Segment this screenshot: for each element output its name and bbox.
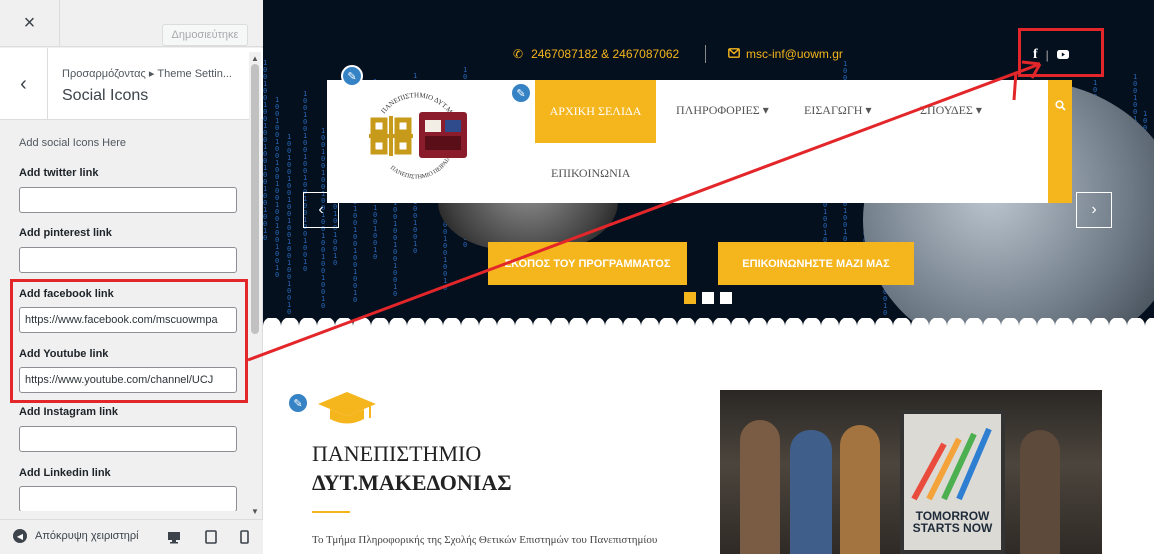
email-address[interactable]: msc-inf@uowm.gr (746, 47, 843, 61)
section-header: ‹ Προσαρμόζοντας ▸ Theme Settin... Socia… (0, 48, 263, 120)
billboard-line2: STARTS NOW (912, 521, 993, 535)
instagram-link-label: Add Instagram link (19, 406, 119, 418)
collapse-controls-button[interactable]: ◀ Απόκρυψη χειριστηρί (13, 529, 139, 543)
program-purpose-button[interactable]: ΣΚΟΠΟΣ ΤΟΥ ΠΡΟΓΡΑΜΜΑΤΟΣ (488, 242, 687, 285)
annotation-box-fields (10, 279, 248, 403)
slider-next-button[interactable]: › (1076, 192, 1112, 228)
customizer-top-bar: × Δημοσιεύτηκε (0, 0, 263, 47)
binary-column: 10010010010010010010010010 (263, 59, 268, 242)
content-paragraph: Το Τμήμα Πληροφορικής της Σχολής Θετικών… (312, 534, 658, 546)
breadcrumb: Προσαρμόζοντας ▸ Theme Settin... (62, 68, 232, 80)
pinterest-link-label: Add pinterest link (19, 227, 112, 239)
scalloped-edge (263, 318, 1154, 326)
graduation-cap-icon (318, 392, 376, 424)
nav-contact-link[interactable]: ΕΠΙΚΟΙΝΩΝΙΑ (551, 166, 630, 181)
binary-column: 10010010010010010010010010 (275, 96, 280, 279)
scroll-up-arrow-icon[interactable]: ▲ (249, 52, 261, 64)
scroll-down-arrow-icon[interactable]: ▼ (249, 505, 261, 517)
header-navigation-box: ΠΑΝΕΠΙΣΤΗΜΙΟ ΔΥΤ.ΜΑΚΕΔΟΝΙΑΣ ΠΑΝΕΠΙΣΤΗΜΙΟ… (327, 76, 1072, 203)
slider-dot[interactable] (720, 292, 732, 304)
slider-prev-button[interactable]: ‹ (303, 192, 339, 228)
edit-menu-pencil-icon[interactable]: ✎ (510, 82, 532, 104)
slider-dot[interactable] (702, 292, 714, 304)
customizer-screen: { "customizer": { "close_icon": "×", "pu… (0, 0, 1154, 554)
twitter-link-input[interactable] (19, 187, 237, 213)
slider-dot-active[interactable] (684, 292, 696, 304)
binary-column: 10010010010010010010010010 (287, 133, 292, 316)
close-icon: × (23, 12, 36, 34)
linkedin-link-label: Add Linkedin link (19, 467, 111, 479)
desktop-icon[interactable] (166, 529, 182, 545)
nav-studies-label: ΣΠΟΥΔΕΣ (920, 103, 973, 117)
section-title: Social Icons (62, 87, 149, 104)
scrollbar-thumb[interactable] (251, 64, 259, 334)
email-block: msc-inf@uowm.gr (728, 47, 843, 61)
content-title-line2: ΔΥΤ.ΜΑΚΕΔΟΝΙΑΣ (312, 470, 512, 495)
customizer-sidebar: × Δημοσιεύτηκε ‹ Προσαρμόζοντας ▸ Theme … (0, 0, 263, 554)
contact-us-button[interactable]: ΕΠΙΚΟΙΝΩΝΗΣΤΕ ΜΑΖΙ ΜΑΣ (718, 242, 914, 285)
contact-separator (705, 45, 706, 63)
edit-logo-pencil-icon[interactable]: ✎ (341, 65, 363, 87)
chevron-down-icon: ▾ (975, 103, 982, 117)
chevron-right-icon: › (1091, 201, 1097, 218)
university-logo[interactable]: ΠΑΝΕΠΙΣΤΗΜΙΟ ΔΥΤ.ΜΑΚΕΔΟΝΙΑΣ ΠΑΝΕΠΙΣΤΗΜΙΟ… (352, 76, 485, 202)
instagram-link-input[interactable] (19, 426, 237, 452)
binary-column: 10010010010010010010010010 (303, 90, 308, 273)
annotation-box-social (1018, 28, 1104, 77)
search-button[interactable] (1048, 80, 1072, 203)
chevron-down-icon: ▾ (762, 103, 769, 117)
email-icon (728, 47, 740, 61)
section-description: Add social Icons Here (19, 137, 126, 149)
twitter-link-label: Add twitter link (19, 167, 99, 179)
mobile-icon[interactable] (236, 529, 252, 545)
top-contact-bar: ✆ 2467087182 & 2467087062 (513, 47, 679, 61)
phone-number: 2467087182 & 2467087062 (531, 47, 680, 61)
content-title-line1: ΠΑΝΕΠΙΣΤΗΜΙΟ (312, 441, 482, 466)
chevron-left-icon: ‹ (20, 72, 27, 95)
nav-home-link[interactable]: ΑΡΧΙΚΗ ΣΕΛΙΔΑ (535, 80, 656, 143)
publish-button[interactable]: Δημοσιεύτηκε (162, 24, 248, 46)
title-underline (312, 511, 350, 513)
search-icon (1054, 100, 1066, 111)
phone-icon: ✆ (513, 47, 524, 61)
back-button[interactable]: ‹ (0, 48, 48, 120)
nav-info-link[interactable]: ΠΛΗΡΟΦΟΡΙΕΣ ▾ (676, 103, 769, 118)
nav-studies-link[interactable]: ΣΠΟΥΔΕΣ ▾ (920, 103, 982, 118)
nav-info-label: ΠΛΗΡΟΦΟΡΙΕΣ (676, 103, 760, 117)
collapse-label: Απόκρυψη χειριστηρί (35, 530, 139, 542)
collapse-icon: ◀ (13, 529, 27, 543)
linkedin-link-input[interactable] (19, 486, 237, 511)
customizer-footer: ◀ Απόκρυψη χειριστηρί (0, 519, 263, 554)
close-customizer-button[interactable]: × (0, 0, 60, 47)
nav-admission-label: ΕΙΣΑΓΩΓΗ (804, 103, 863, 117)
chevron-down-icon: ▾ (865, 103, 872, 117)
chevron-left-icon: ‹ (318, 201, 324, 218)
pinterest-link-input[interactable] (19, 247, 237, 273)
tablet-icon[interactable] (203, 529, 219, 545)
billboard-text: TOMORROW STARTS NOW (905, 510, 1000, 534)
site-preview: 10010010010010010010010010 10010010010010… (263, 0, 1154, 554)
edit-section-pencil-icon[interactable]: ✎ (287, 392, 309, 414)
nav-admission-link[interactable]: ΕΙΣΑΓΩΓΗ ▾ (804, 103, 871, 118)
students-photo: TOMORROW STARTS NOW (720, 390, 1102, 554)
